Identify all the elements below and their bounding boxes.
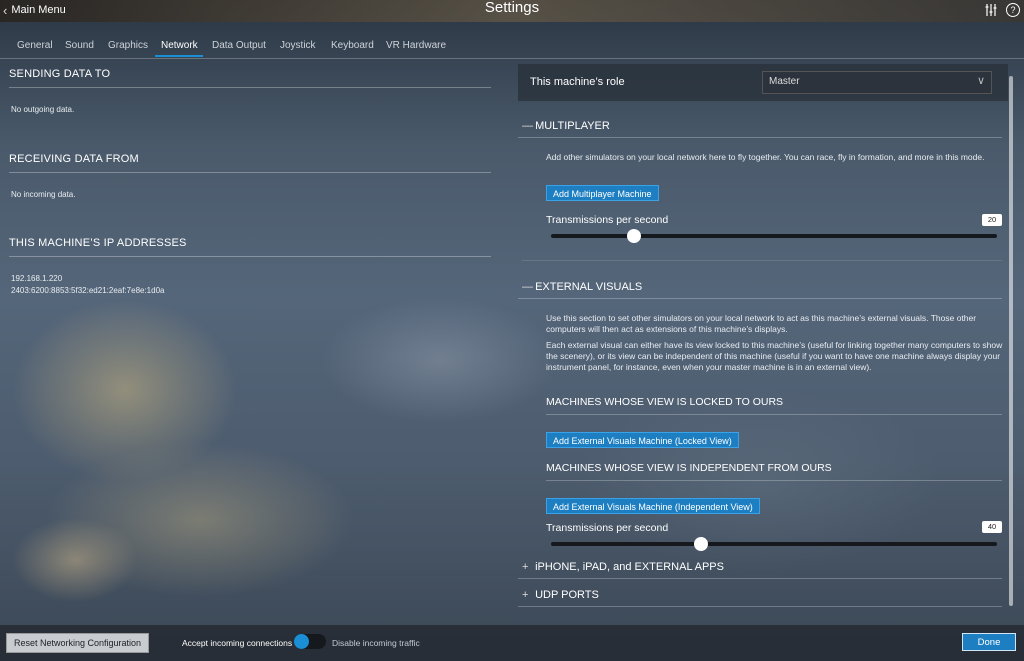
divider [522, 260, 1002, 261]
receiving-data-title: RECEIVING DATA FROM [9, 153, 139, 165]
ip-addresses-title: THIS MACHINE’S IP ADDRESSES [9, 237, 187, 249]
divider [518, 137, 1002, 138]
udp-ports-header[interactable]: + UDP PORTS [522, 589, 1002, 601]
sliders-icon[interactable] [984, 3, 998, 17]
sending-data-title: SENDING DATA TO [9, 68, 111, 80]
divider [546, 480, 1002, 481]
external-visuals-tps-label: Transmissions per second [546, 522, 669, 534]
external-visuals-explanation: Each external visual can either have its… [546, 340, 1003, 372]
divider [546, 414, 1002, 415]
settings-scrollbar[interactable] [1009, 76, 1013, 606]
machine-role-label: This machine’s role [530, 76, 625, 88]
multiplayer-title: MULTIPLAYER [535, 120, 610, 132]
settings-tabs: General Sound Graphics Network Data Outp… [0, 34, 1024, 59]
collapse-icon: — [522, 120, 533, 132]
page-title: Settings [484, 0, 540, 16]
iphone-ipad-external-apps-header[interactable]: + iPHONE, iPAD, and EXTERNAL APPS [522, 561, 1002, 573]
ip-addresses-section: THIS MACHINE’S IP ADDRESSES 192.168.1.22… [9, 237, 491, 297]
udp-ports-title: UDP PORTS [535, 589, 599, 601]
top-icons: ? [984, 3, 1020, 17]
chevron-down-icon: ∨ [976, 75, 985, 87]
receiving-data-text: No incoming data. [11, 190, 76, 199]
add-multiplayer-machine-button[interactable]: Add Multiplayer Machine [546, 185, 659, 201]
tab-vr-hardware[interactable]: VR Hardware [386, 40, 446, 51]
active-tab-indicator [155, 55, 203, 57]
tab-general[interactable]: General [17, 40, 53, 51]
receiving-data-section: RECEIVING DATA FROM No incoming data. [9, 153, 491, 201]
machine-role-value: Master [769, 76, 800, 87]
collapse-icon: — [522, 281, 533, 293]
expand-icon: + [522, 589, 529, 601]
multiplayer-header[interactable]: — MULTIPLAYER [522, 120, 1002, 132]
divider [9, 172, 491, 173]
external-visuals-title: EXTERNAL VISUALS [535, 281, 643, 293]
disable-incoming-label: Disable incoming traffic [332, 638, 420, 648]
ip-address-list: 192.168.1.220 2403:6200:8853:5f32:ed21:2… [11, 273, 491, 297]
incoming-connections-toggle[interactable] [294, 634, 326, 649]
external-visuals-description: Use this section to set other simulators… [546, 313, 977, 334]
multiplayer-tps-label: Transmissions per second [546, 214, 669, 226]
tab-joystick[interactable]: Joystick [280, 40, 316, 51]
reset-networking-configuration-button[interactable]: Reset Networking Configuration [6, 633, 150, 653]
multiplayer-tps-slider-handle[interactable] [627, 229, 641, 243]
toggle-knob [294, 634, 309, 649]
multiplayer-description: Add other simulators on your local netwo… [546, 152, 985, 162]
tab-network[interactable]: Network [161, 40, 198, 51]
divider [9, 87, 491, 88]
bottom-bar [0, 625, 1024, 661]
add-independent-view-machine-button[interactable]: Add External Visuals Machine (Independen… [546, 498, 760, 514]
tab-graphics[interactable]: Graphics [108, 40, 148, 51]
iphone-ipad-external-apps-title: iPHONE, iPAD, and EXTERNAL APPS [535, 561, 724, 573]
ipv4-address: 192.168.1.220 [11, 274, 63, 283]
accept-incoming-label: Accept incoming connections [182, 638, 293, 648]
external-visuals-tps-value[interactable]: 40 [982, 521, 1002, 533]
add-locked-view-machine-button[interactable]: Add External Visuals Machine (Locked Vie… [546, 432, 739, 448]
sending-data-text: No outgoing data. [11, 105, 75, 114]
machine-role-dropdown[interactable]: Master ∨ [762, 71, 992, 94]
external-visuals-tps-slider[interactable] [551, 542, 997, 546]
ipv6-address: 2403:6200:8853:5f32:ed21:2eaf:7e8e:1d0a [11, 286, 165, 295]
tab-data-output[interactable]: Data Output [212, 40, 266, 51]
divider [518, 606, 1002, 607]
sending-data-section: SENDING DATA TO No outgoing data. [9, 68, 491, 116]
external-visuals-header[interactable]: — EXTERNAL VISUALS [522, 281, 1002, 293]
divider [9, 256, 491, 257]
divider [518, 298, 1002, 299]
independent-view-title: MACHINES WHOSE VIEW IS INDEPENDENT FROM … [546, 462, 832, 474]
expand-icon: + [522, 561, 529, 573]
multiplayer-tps-slider[interactable] [551, 234, 997, 238]
tab-sound[interactable]: Sound [65, 40, 94, 51]
locked-view-title: MACHINES WHOSE VIEW IS LOCKED TO OURS [546, 396, 784, 408]
multiplayer-tps-value[interactable]: 20 [982, 214, 1002, 226]
tab-keyboard[interactable]: Keyboard [331, 40, 374, 51]
help-icon[interactable]: ? [1006, 3, 1020, 17]
external-visuals-tps-slider-handle[interactable] [694, 537, 708, 551]
divider [518, 578, 1002, 579]
done-button[interactable]: Done [962, 633, 1016, 651]
machine-role-panel: This machine’s role Master ∨ [518, 64, 1008, 101]
